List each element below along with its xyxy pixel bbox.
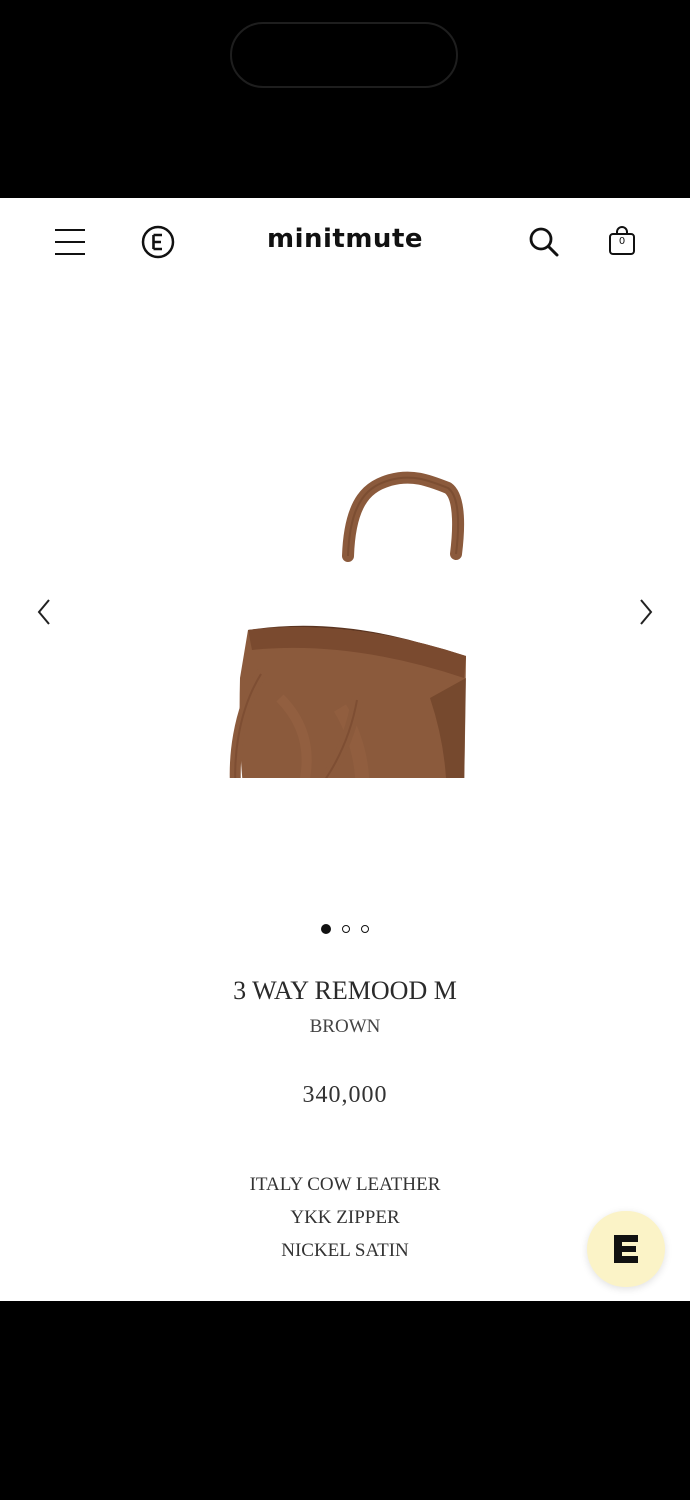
- cart-count: 0: [618, 236, 626, 247]
- carousel-dots: [0, 924, 690, 934]
- site-header: minitmute 0: [0, 198, 690, 288]
- product-name: 3 WAY REMOOD M: [233, 976, 457, 1005]
- next-image-button[interactable]: [626, 588, 666, 636]
- product-image-carousel[interactable]: [0, 288, 690, 928]
- product-color: BROWN: [309, 1016, 381, 1037]
- chevron-left-icon: [37, 599, 50, 625]
- search-icon: [529, 227, 559, 257]
- carousel-dot-1[interactable]: [321, 924, 331, 934]
- product-price: 340,000: [302, 1082, 388, 1108]
- chevron-right-icon: [640, 599, 653, 625]
- bottom-bar: [0, 1301, 690, 1500]
- product-image: [229, 471, 466, 778]
- chat-button[interactable]: [587, 1211, 665, 1287]
- e-chat-icon: [614, 1235, 638, 1263]
- feature-item: ITALY COW LEATHER: [249, 1174, 441, 1195]
- status-bar: [0, 0, 690, 198]
- dynamic-island: [230, 22, 458, 88]
- carousel-dot-3[interactable]: [361, 925, 369, 933]
- site-logo[interactable]: minitmute: [0, 224, 690, 254]
- product-page: minitmute 0 3 WAY REMOOD M BROWN 340,000…: [0, 198, 690, 1301]
- carousel-dot-2[interactable]: [342, 925, 350, 933]
- cart-button[interactable]: 0: [600, 220, 644, 264]
- previous-image-button[interactable]: [24, 588, 64, 636]
- feature-item: YKK ZIPPER: [290, 1207, 400, 1228]
- search-button[interactable]: [524, 222, 564, 262]
